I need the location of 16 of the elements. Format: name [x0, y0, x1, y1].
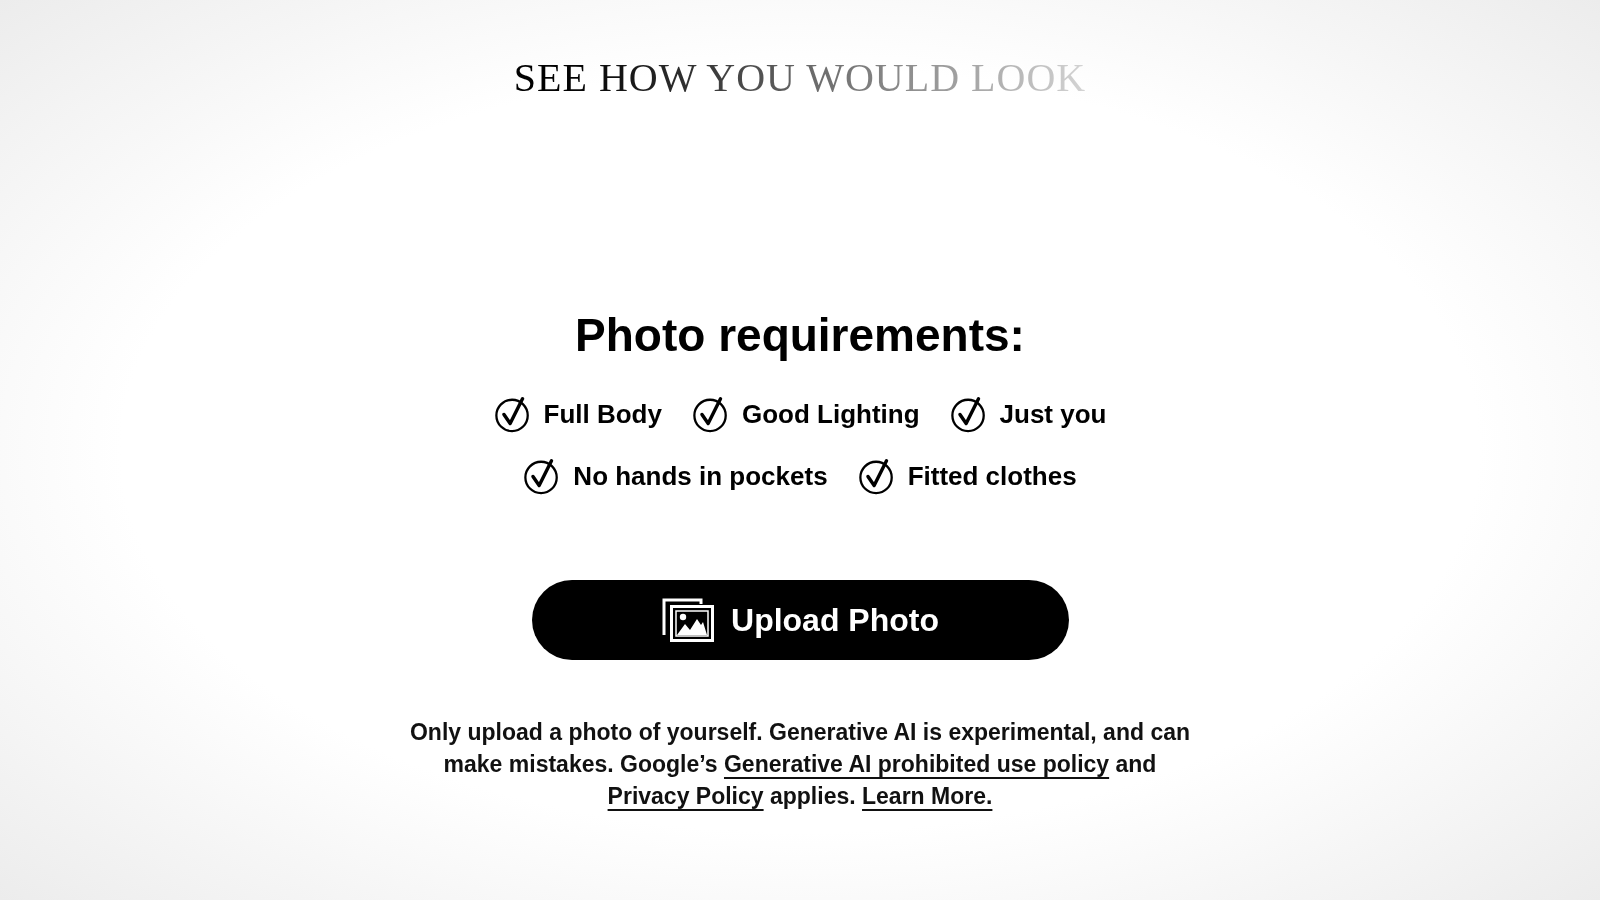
disclaimer-text: Only upload a photo of yourself. Generative AI is experimental, and can make mistakes. Google’s Generative AI prohibited use policy and Privacy Policy applies. Learn More.: [408, 718, 1191, 811]
circle-check-icon: [493, 395, 532, 433]
requirement-label: Full Body: [543, 398, 662, 430]
requirement-label: Good Lighting: [741, 398, 920, 430]
requirements-heading: Photo requirements:: [575, 308, 1025, 362]
upload-photo-button[interactable]: Upload Photo: [531, 580, 1069, 660]
requirement-label: Fitted clothes: [907, 460, 1077, 492]
requirement-label: No hands in pockets: [573, 460, 828, 492]
photos-icon: [661, 597, 715, 643]
requirement-label: Just you: [999, 398, 1107, 430]
policy-link[interactable]: Generative AI prohibited use policy: [724, 751, 1110, 777]
circle-check-icon: [691, 395, 730, 433]
policy-link[interactable]: Learn More.: [862, 783, 993, 809]
policy-link[interactable]: Privacy Policy: [607, 783, 764, 809]
circle-check-icon: [857, 457, 896, 495]
circle-check-icon: [949, 395, 988, 433]
